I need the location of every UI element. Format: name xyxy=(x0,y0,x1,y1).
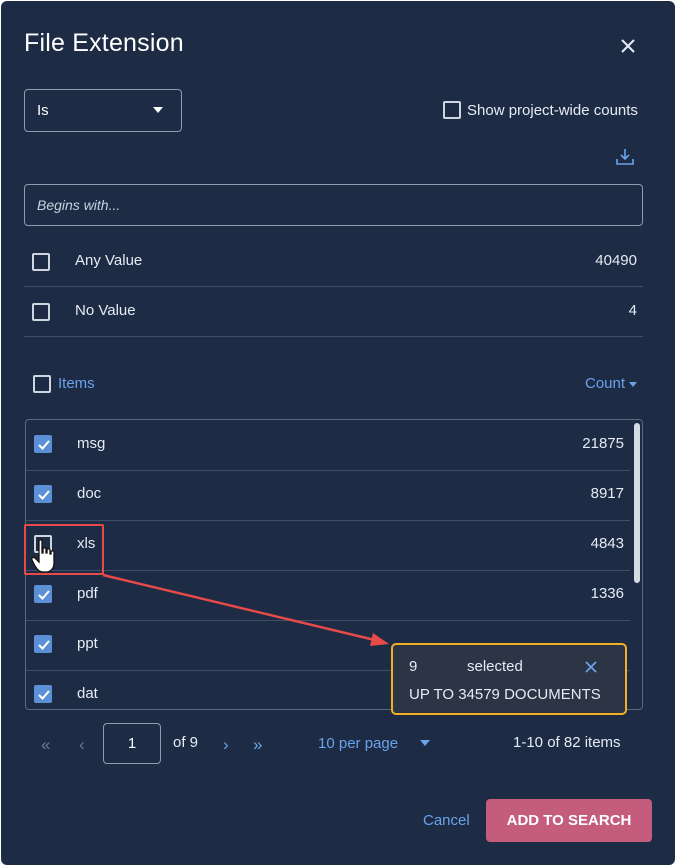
item-label: doc xyxy=(77,485,102,502)
checkmark-icon xyxy=(38,440,50,450)
per-page-select[interactable]: 10 per page xyxy=(318,735,398,752)
item-checkbox[interactable] xyxy=(34,635,52,653)
file-extension-dialog: File Extension Is Show project-wide coun… xyxy=(1,1,675,865)
any-value-label: Any Value xyxy=(75,252,143,269)
double-chevron-right-icon: » xyxy=(253,735,263,754)
sort-caret-icon xyxy=(629,382,637,387)
close-icon xyxy=(585,661,597,673)
any-value-checkbox[interactable] xyxy=(32,253,50,271)
checkmark-icon xyxy=(38,590,50,600)
list-item[interactable]: msg 21875 xyxy=(26,420,630,471)
item-label: msg xyxy=(77,435,106,452)
documents-count-label: UP TO 34579 DOCUMENTS xyxy=(409,686,601,703)
operator-select[interactable]: Is xyxy=(24,89,182,132)
next-page-button[interactable]: › xyxy=(223,735,229,755)
any-value-row[interactable]: Any Value 40490 xyxy=(24,237,643,287)
last-page-button[interactable]: » xyxy=(253,735,262,755)
no-value-checkbox[interactable] xyxy=(32,303,50,321)
checkmark-icon xyxy=(38,640,50,650)
operator-select-value: Is xyxy=(37,102,49,119)
items-range-label: 1-10 of 82 items xyxy=(513,734,621,751)
select-all-items-checkbox[interactable] xyxy=(33,375,51,393)
item-checkbox[interactable] xyxy=(34,585,52,603)
checkmark-icon xyxy=(38,690,50,700)
add-to-search-button[interactable]: ADD TO SEARCH xyxy=(486,799,652,842)
checkmark-icon xyxy=(38,490,50,500)
total-pages-label: of 9 xyxy=(173,734,199,751)
project-wide-counts-checkbox[interactable] xyxy=(443,101,461,119)
previous-page-button[interactable]: ‹ xyxy=(79,735,85,755)
item-label: pdf xyxy=(77,585,98,602)
no-value-label: No Value xyxy=(75,302,136,319)
item-label: dat xyxy=(77,685,98,702)
chevron-right-icon: › xyxy=(223,735,229,754)
search-input[interactable] xyxy=(24,184,643,226)
hand-pointer-icon xyxy=(31,539,59,575)
close-button[interactable] xyxy=(615,33,641,59)
item-count: 1336 xyxy=(590,585,624,602)
download-button[interactable] xyxy=(615,147,635,167)
selection-popup: 9 selected UP TO 34579 DOCUMENTS xyxy=(391,643,627,715)
page-number-input[interactable] xyxy=(103,723,161,764)
double-chevron-left-icon: « xyxy=(41,735,51,754)
close-icon xyxy=(621,39,635,53)
list-scrollbar[interactable] xyxy=(634,423,640,583)
no-value-count: 4 xyxy=(628,302,637,319)
item-count: 21875 xyxy=(582,435,624,452)
list-item[interactable]: xls 4843 xyxy=(26,520,630,571)
chevron-left-icon: ‹ xyxy=(79,735,85,754)
items-column-header[interactable]: Items xyxy=(58,375,95,392)
count-sort-header[interactable]: Count xyxy=(585,375,625,392)
cancel-button[interactable]: Cancel xyxy=(423,812,470,829)
download-icon xyxy=(616,149,634,165)
no-value-row[interactable]: No Value 4 xyxy=(24,287,643,337)
item-count: 8917 xyxy=(590,485,624,502)
caret-down-icon xyxy=(153,107,163,113)
caret-down-icon[interactable] xyxy=(420,740,430,746)
selected-count: 9 xyxy=(409,658,418,675)
dialog-title: File Extension xyxy=(24,29,184,57)
item-label: ppt xyxy=(77,635,98,652)
list-item[interactable]: pdf 1336 xyxy=(26,570,630,621)
any-value-count: 40490 xyxy=(595,252,637,269)
item-checkbox[interactable] xyxy=(34,685,52,703)
item-checkbox[interactable] xyxy=(34,435,52,453)
list-item[interactable]: doc 8917 xyxy=(26,470,630,521)
item-count: 4843 xyxy=(590,535,624,552)
item-checkbox[interactable] xyxy=(34,485,52,503)
selected-label: selected xyxy=(467,658,523,675)
first-page-button[interactable]: « xyxy=(41,735,50,755)
clear-selection-button[interactable] xyxy=(583,659,599,675)
project-wide-counts-label[interactable]: Show project-wide counts xyxy=(467,102,638,119)
